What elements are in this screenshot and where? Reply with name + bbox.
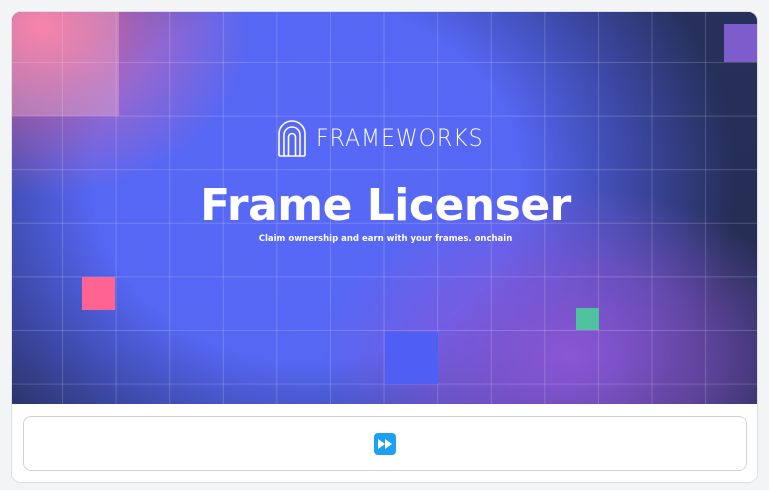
decorative-square-green bbox=[576, 308, 599, 330]
frame-actions bbox=[12, 404, 757, 482]
decorative-square-pink bbox=[82, 277, 115, 310]
fast-forward-button[interactable] bbox=[23, 416, 747, 471]
decorative-square-purple bbox=[724, 24, 757, 62]
brand-name: FRAMEWORKS bbox=[316, 124, 484, 152]
frame-title: Frame Licenser bbox=[200, 180, 571, 231]
brand-logo: FRAMEWORKS bbox=[276, 119, 498, 157]
frame-image: FRAMEWORKS Frame Licenser Claim ownershi… bbox=[12, 12, 757, 404]
frame-subtitle: Claim ownership and earn with your frame… bbox=[258, 234, 513, 244]
frameworks-arch-logo-icon bbox=[278, 120, 306, 157]
decorative-square-corner bbox=[12, 12, 119, 116]
frame-card: FRAMEWORKS Frame Licenser Claim ownershi… bbox=[11, 11, 758, 483]
fast-forward-icon bbox=[374, 432, 396, 455]
decorative-square-blue bbox=[385, 332, 438, 384]
